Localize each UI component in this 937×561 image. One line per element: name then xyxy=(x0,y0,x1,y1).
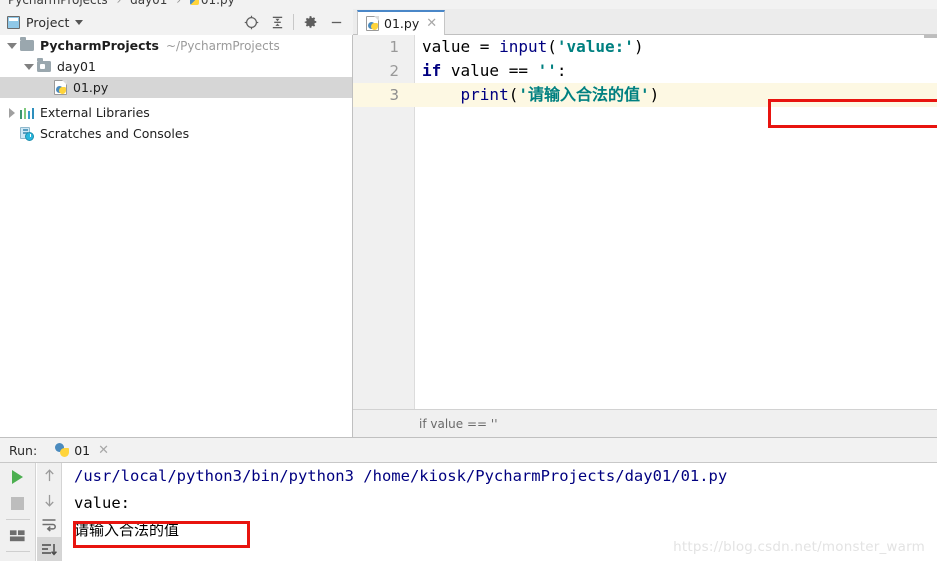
libraries-icon xyxy=(20,107,34,119)
collapse-all-icon[interactable] xyxy=(264,10,290,34)
code-content[interactable]: 1 value = input('value:') 2 if value == '':… xyxy=(353,35,937,409)
python-file-icon xyxy=(189,0,199,5)
tab-label: 01.py xyxy=(384,16,420,31)
tree-row-pycharmprojects[interactable]: PycharmProjects ~/PycharmProjects xyxy=(0,35,352,56)
console-line: value: xyxy=(74,494,130,512)
editor-breadcrumb-bar: if value == '' xyxy=(353,409,937,437)
close-icon[interactable]: ✕ xyxy=(98,444,109,457)
breadcrumb: PycharmProjects › day01 › 01.py xyxy=(0,0,937,9)
scratches-icon xyxy=(20,126,34,141)
code-line-text: if value == '': xyxy=(422,59,567,83)
stop-button-icon[interactable] xyxy=(0,490,35,517)
project-window-icon xyxy=(7,15,20,29)
run-toolbar-left xyxy=(0,463,36,561)
scroll-up-icon[interactable] xyxy=(37,463,61,488)
code-token-plain: ( xyxy=(508,85,519,104)
run-tab-01[interactable]: 01 ✕ xyxy=(55,443,109,458)
code-token-plain: ( xyxy=(547,37,557,56)
watermark-text: https://blog.csdn.net/monster_warm xyxy=(673,539,925,555)
expand-arrow-icon[interactable] xyxy=(4,107,20,118)
source-folder-icon xyxy=(37,58,51,72)
run-panel-header: Run: 01 ✕ xyxy=(0,437,937,462)
rerun-button-icon[interactable] xyxy=(0,463,35,490)
python-file-icon xyxy=(54,80,67,95)
code-token-keyword: if xyxy=(422,61,442,80)
code-editor[interactable]: 1 value = input('value:') 2 if value == '':… xyxy=(353,35,937,409)
breadcrumb-separator-icon: › xyxy=(176,0,182,7)
code-token-string: '' xyxy=(537,61,557,80)
code-token-plain: == xyxy=(508,61,538,80)
scroll-down-icon[interactable] xyxy=(37,488,61,513)
python-file-icon xyxy=(366,16,379,31)
project-panel-toolbar xyxy=(238,10,349,34)
project-panel-title: Project xyxy=(26,14,70,30)
hide-panel-icon[interactable] xyxy=(323,10,349,34)
console-line: /usr/local/python3/bin/python3 /home/kio… xyxy=(74,467,728,485)
code-token-string: '请输入合法的值' xyxy=(518,85,650,104)
editor-tabbar: 01.py ✕ xyxy=(353,9,937,35)
code-line[interactable]: 2 if value == '': xyxy=(353,59,937,83)
tab-01-py[interactable]: 01.py ✕ xyxy=(357,10,446,35)
editor-breadcrumb-text[interactable]: if value == '' xyxy=(419,417,498,431)
toolbar-divider xyxy=(5,551,30,552)
soft-wrap-icon[interactable] xyxy=(37,513,61,538)
code-token-string: 'value:' xyxy=(556,37,634,56)
project-panel-header: Project xyxy=(0,9,353,35)
tree-item-label: Scratches and Consoles xyxy=(40,126,190,141)
code-line[interactable]: 3 print('请输入合法的值') xyxy=(353,83,937,107)
toolbar-divider xyxy=(293,14,294,30)
code-token-plain: = xyxy=(479,37,500,56)
breadcrumb-separator-icon: › xyxy=(116,0,122,7)
project-tree[interactable]: PycharmProjects ~/PycharmProjects day01 … xyxy=(0,35,353,437)
code-token-plain: value xyxy=(441,61,509,80)
locate-target-icon[interactable] xyxy=(238,10,264,34)
breadcrumb-file[interactable]: 01.py xyxy=(201,0,235,7)
code-token-function: print xyxy=(460,85,509,104)
breadcrumb-project[interactable]: PycharmProjects xyxy=(8,0,108,7)
print-button-icon[interactable] xyxy=(0,522,35,549)
code-token-plain: value xyxy=(422,37,480,56)
close-icon[interactable]: ✕ xyxy=(426,17,437,30)
code-line-text: print('请输入合法的值') xyxy=(422,83,660,107)
code-token-plain: ) xyxy=(649,85,660,104)
expand-arrow-icon[interactable] xyxy=(4,42,20,49)
tree-row-scratches-and-consoles[interactable]: Scratches and Consoles xyxy=(0,123,352,144)
code-line[interactable]: 1 value = input('value:') xyxy=(353,35,937,59)
chevron-down-icon[interactable] xyxy=(75,19,84,25)
pycharm-window: PycharmProjects › day01 › 01.py Project xyxy=(0,0,937,561)
run-tab-label: 01 xyxy=(74,442,91,458)
run-toolbar-right xyxy=(37,463,62,561)
code-token-plain: ) xyxy=(633,37,644,56)
toolbar-divider xyxy=(5,519,30,520)
line-number: 1 xyxy=(389,38,399,56)
folder-icon xyxy=(20,37,34,51)
scroll-to-end-icon[interactable] xyxy=(37,537,61,561)
tree-item-path: ~/PycharmProjects xyxy=(165,38,280,53)
code-line-text: value = input('value:') xyxy=(422,35,644,59)
code-token-function: input xyxy=(499,37,548,56)
tree-item-label: day01 xyxy=(57,59,96,74)
settings-gear-icon[interactable] xyxy=(297,10,323,34)
code-token-plain: : xyxy=(556,61,567,80)
tree-row-day01[interactable]: day01 xyxy=(0,56,352,77)
line-number: 2 xyxy=(389,62,399,80)
line-number: 3 xyxy=(389,86,399,104)
tree-row-external-libraries[interactable]: External Libraries xyxy=(0,102,352,123)
tree-item-label: 01.py xyxy=(73,80,109,95)
run-panel-label: Run: xyxy=(9,442,38,458)
expand-arrow-icon[interactable] xyxy=(21,63,37,70)
tree-row-01-py[interactable]: 01.py xyxy=(0,77,352,98)
breadcrumb-folder[interactable]: day01 xyxy=(130,0,167,7)
tree-item-label: External Libraries xyxy=(40,105,150,120)
python-icon xyxy=(55,443,70,457)
tree-item-label: PycharmProjects xyxy=(40,38,159,53)
